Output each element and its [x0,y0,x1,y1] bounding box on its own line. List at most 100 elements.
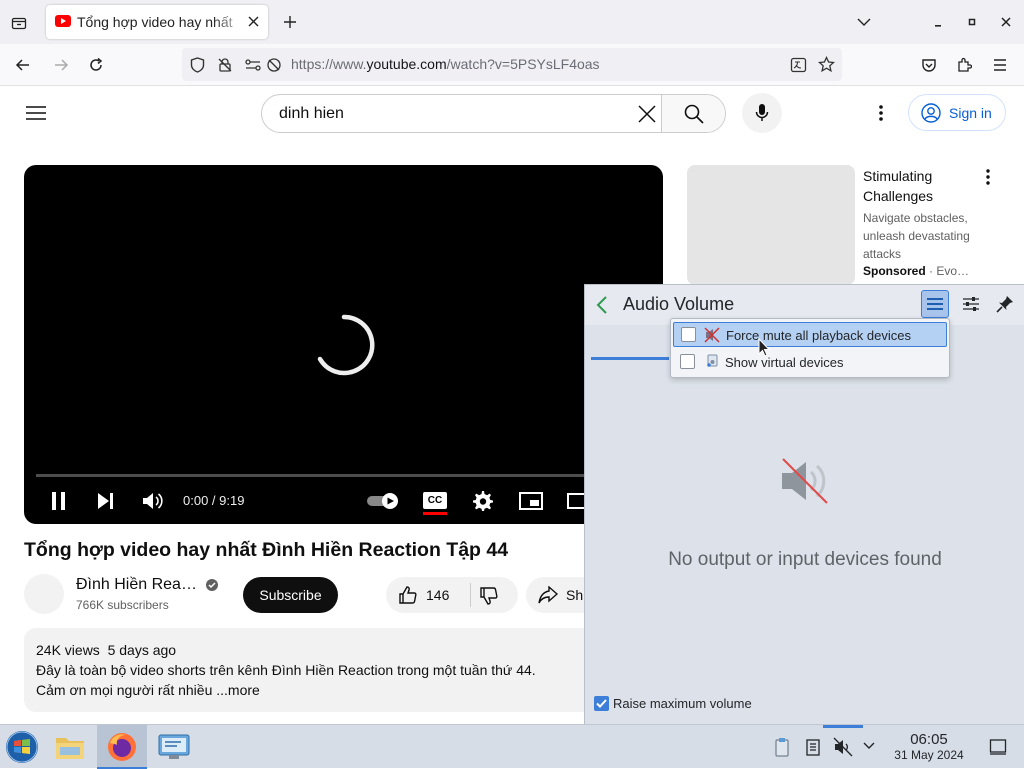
clipboard-tray-icon[interactable] [774,737,790,757]
search-box[interactable]: dinh hien [261,94,726,133]
microphone-icon [755,103,769,123]
loading-spinner-icon [312,313,376,377]
like-dislike-group: 146 [386,577,518,613]
tab-overview-icon[interactable] [8,12,30,34]
show-virtual-label: Show virtual devices [725,355,844,370]
description-line-1: Đây là toàn bộ video shorts trên kênh Đì… [36,662,536,678]
raise-max-volume-checkbox[interactable] [594,696,609,711]
new-tab-icon[interactable] [280,12,300,32]
youtube-favicon-icon [55,15,71,27]
close-tab-icon[interactable] [247,15,260,28]
configure-icon[interactable] [961,294,981,314]
autoplay-toggle[interactable] [366,491,402,511]
video-player[interactable]: 0:00 / 9:19 CC [24,165,663,524]
channel-avatar[interactable] [24,574,64,614]
tab-title: Tổng hợp video hay nhất [77,14,233,30]
audio-options-menu: Force mute all playback devices Show vir… [670,318,950,378]
shield-icon[interactable] [190,57,205,73]
hamburger-menu-icon[interactable] [24,101,48,125]
search-input[interactable]: dinh hien [279,105,344,123]
ad-body: Navigate obstacles, unleash devastating … [863,211,970,261]
voice-search-button[interactable] [742,93,782,133]
volume-icon[interactable] [142,491,164,511]
settings-gear-icon[interactable] [472,490,494,512]
account-icon [921,103,941,123]
list-tabs-icon[interactable] [854,12,874,32]
start-menu-icon[interactable] [5,730,39,764]
maximize-icon[interactable] [962,12,982,32]
captions-button[interactable]: CC [423,492,447,509]
permissions-icon[interactable] [244,57,262,73]
force-mute-label: Force mute all playback devices [726,328,911,343]
verified-icon [205,578,219,592]
clock-date[interactable]: 31 May 2024 [885,748,973,762]
clock-time[interactable]: 06:05 [890,731,968,748]
show-desktop-icon[interactable] [989,738,1007,756]
app-menu-icon[interactable] [989,54,1011,76]
browser-nav-bar: https://www.youtube.com/watch?v=5PSYsLF4… [0,44,1024,86]
show-virtual-checkbox[interactable] [680,354,695,369]
url-text[interactable]: https://www.youtube.com/watch?v=5PSYsLF4… [291,56,600,72]
autoplay-blocked-icon[interactable] [266,57,282,73]
forward-icon[interactable] [50,54,72,76]
video-title: Tổng hợp video hay nhất Đình Hiền Reacti… [24,539,509,561]
pocket-icon[interactable] [918,54,940,76]
hamburger-menu-button[interactable] [921,290,949,318]
pause-icon[interactable] [50,491,68,511]
translate-icon[interactable] [790,57,807,73]
back-icon[interactable] [12,54,34,76]
dislike-icon[interactable] [479,586,499,606]
reload-icon[interactable] [85,54,107,76]
file-manager-icon[interactable] [54,732,86,762]
popup-title: Audio Volume [623,294,735,314]
channel-name[interactable]: Đình Hiền Rea… [76,576,197,594]
description-line-2: Cảm ơn mọi người rất nhiều ...more [36,682,260,698]
tray-expand-icon[interactable] [862,741,876,751]
like-divider [470,583,471,607]
miniplayer-icon[interactable] [518,491,544,511]
minimize-icon[interactable] [928,14,948,32]
notes-tray-icon[interactable] [805,738,821,756]
captions-active-indicator [423,512,447,515]
lock-insecure-icon[interactable] [217,57,233,73]
bookmark-star-icon[interactable] [818,56,835,73]
active-tab-indicator [591,357,669,360]
firefox-task-active[interactable] [97,725,147,769]
close-window-icon[interactable] [996,12,1016,32]
more-link[interactable]: ...more [212,682,260,698]
volume-muted-tray-icon[interactable] [833,737,853,757]
like-count: 146 [426,587,450,603]
virtual-devices-icon [705,354,719,368]
pin-icon[interactable] [995,294,1015,314]
subscribe-button[interactable]: Subscribe [243,577,338,613]
menu-item-force-mute[interactable]: Force mute all playback devices [673,322,947,347]
like-icon[interactable] [398,585,418,605]
progress-bar[interactable] [36,474,663,477]
ad-title[interactable]: Stimulating Challenges [863,166,973,206]
search-icon [684,104,704,124]
ad-thumbnail[interactable] [687,165,855,285]
share-label: Sh [566,587,584,603]
raise-max-volume-label[interactable]: Raise maximum volume [613,696,752,711]
ad-sponsor-line: Sponsored · Evo… [863,264,969,278]
system-settings-icon[interactable] [157,732,191,762]
next-video-icon[interactable] [96,491,116,511]
url-bar[interactable]: https://www.youtube.com/watch?v=5PSYsLF4… [182,48,842,81]
tab-youtube[interactable]: Tổng hợp video hay nhất [46,5,268,39]
sign-in-button[interactable]: Sign in [908,94,1006,131]
volume-tray-active-indicator [823,725,863,728]
back-arrow-icon[interactable] [595,295,609,315]
search-button[interactable] [661,95,725,132]
ad-more-icon[interactable] [980,168,996,186]
advertiser-name: · Evo… [925,264,970,278]
mouse-cursor-icon [758,338,770,357]
more-options-icon[interactable] [870,102,892,124]
browser-tab-bar: Tổng hợp video hay nhất [0,0,1024,44]
clear-search-icon[interactable] [638,105,656,123]
sponsored-label: Sponsored [863,264,926,278]
extensions-icon[interactable] [953,54,975,76]
menu-item-show-virtual[interactable]: Show virtual devices [673,350,947,375]
force-mute-checkbox[interactable] [681,327,696,342]
time-display: 0:00 / 9:19 [183,493,245,508]
audio-muted-icon [779,455,831,507]
